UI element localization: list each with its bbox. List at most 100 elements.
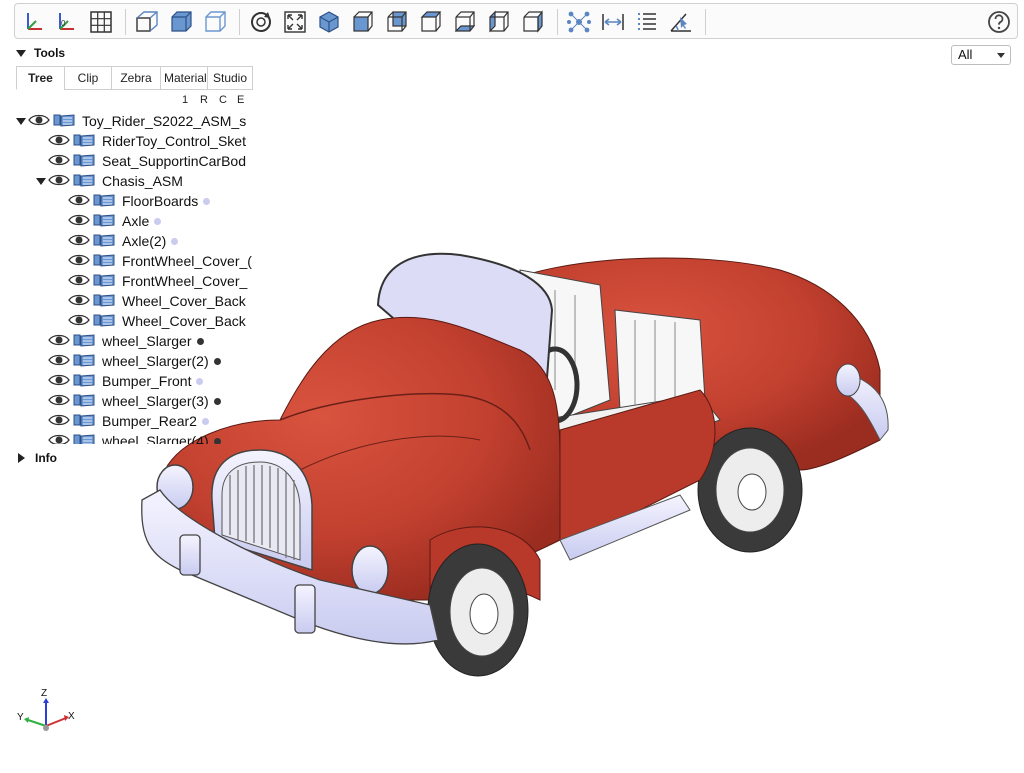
- tree-row[interactable]: wheel_Slarger(2): [34, 351, 221, 371]
- wireframe-icon[interactable]: [201, 8, 229, 36]
- top-view-icon[interactable]: [417, 8, 445, 36]
- tree-row[interactable]: FloorBoards: [54, 191, 211, 211]
- eye-icon[interactable]: [68, 213, 90, 230]
- eye-icon[interactable]: [48, 433, 70, 444]
- eye-icon[interactable]: [48, 173, 70, 190]
- part-icon[interactable]: [92, 313, 116, 330]
- tab-tree[interactable]: Tree: [16, 66, 65, 90]
- part-icon[interactable]: [72, 433, 96, 444]
- part-icon[interactable]: [52, 113, 76, 130]
- col-r[interactable]: R: [200, 94, 208, 106]
- col-e[interactable]: E: [237, 94, 244, 106]
- eye-icon[interactable]: [48, 133, 70, 150]
- help-icon[interactable]: [985, 8, 1013, 36]
- tree-row[interactable]: Seat_SupportinCarBod: [34, 151, 246, 171]
- tree-label[interactable]: Bumper_Rear2: [102, 413, 197, 429]
- eye-icon[interactable]: [48, 393, 70, 410]
- tree-label[interactable]: Seat_SupportinCarBod: [102, 153, 246, 169]
- tree-row[interactable]: Wheel_Cover_Back: [54, 311, 246, 331]
- tab-material[interactable]: Material: [160, 66, 208, 90]
- tree-row[interactable]: Axle(2): [54, 231, 179, 251]
- tree-label[interactable]: RiderToy_Control_Sket: [102, 133, 246, 149]
- eye-icon[interactable]: [68, 273, 90, 290]
- part-icon[interactable]: [92, 193, 116, 210]
- eye-icon[interactable]: [48, 333, 70, 350]
- eye-icon[interactable]: [68, 293, 90, 310]
- eye-icon[interactable]: [48, 413, 70, 430]
- part-icon[interactable]: [72, 133, 96, 150]
- eye-icon[interactable]: [28, 113, 50, 130]
- eye-icon[interactable]: [68, 193, 90, 210]
- bottom-view-icon[interactable]: [451, 8, 479, 36]
- part-icon[interactable]: [72, 173, 96, 190]
- tree-label[interactable]: Toy_Rider_S2022_ASM_s: [82, 113, 246, 129]
- part-icon[interactable]: [72, 393, 96, 410]
- eye-icon[interactable]: [68, 233, 90, 250]
- col-c[interactable]: C: [219, 94, 227, 106]
- tree-label[interactable]: Wheel_Cover_Back: [122, 313, 246, 329]
- tree-toggle-icon[interactable]: [14, 117, 28, 125]
- tree-row[interactable]: Chasis_ASM: [34, 171, 183, 191]
- tree-label[interactable]: Axle: [122, 213, 149, 229]
- part-icon[interactable]: [72, 333, 96, 350]
- part-icon[interactable]: [92, 233, 116, 250]
- tree-row[interactable]: FrontWheel_Cover_(: [54, 251, 252, 271]
- axes-icon[interactable]: [19, 8, 47, 36]
- measure-distance-icon[interactable]: [599, 8, 627, 36]
- part-icon[interactable]: [92, 273, 116, 290]
- axes-origin-icon[interactable]: 0: [51, 8, 79, 36]
- tree-row[interactable]: Bumper_Front: [34, 371, 204, 391]
- explode-icon[interactable]: [565, 8, 593, 36]
- tree-row[interactable]: Toy_Rider_S2022_ASM_s: [14, 111, 246, 131]
- tree-label[interactable]: Chasis_ASM: [102, 173, 183, 189]
- tree-label[interactable]: wheel_Slarger(4): [102, 433, 209, 444]
- part-icon[interactable]: [72, 413, 96, 430]
- tree-toggle-icon[interactable]: [34, 177, 48, 185]
- tree-row[interactable]: wheel_Slarger: [34, 331, 204, 351]
- tree-label[interactable]: FrontWheel_Cover_(: [122, 253, 252, 269]
- tab-studio[interactable]: Studio: [207, 66, 253, 90]
- tree-label[interactable]: wheel_Slarger(2): [102, 353, 209, 369]
- tree-label[interactable]: FrontWheel_Cover_: [122, 273, 247, 289]
- part-icon[interactable]: [92, 213, 116, 230]
- iso-view-icon[interactable]: [315, 8, 343, 36]
- tree-label[interactable]: wheel_Slarger: [102, 333, 192, 349]
- part-icon[interactable]: [72, 373, 96, 390]
- tree-label[interactable]: Axle(2): [122, 233, 166, 249]
- eye-icon[interactable]: [48, 153, 70, 170]
- right-view-icon[interactable]: [519, 8, 547, 36]
- part-icon[interactable]: [72, 153, 96, 170]
- tab-zebra[interactable]: Zebra: [111, 66, 161, 90]
- tree-row[interactable]: FrontWheel_Cover_: [54, 271, 247, 291]
- properties-icon[interactable]: [633, 8, 661, 36]
- tree-label[interactable]: FloorBoards: [122, 193, 198, 209]
- eye-icon[interactable]: [68, 253, 90, 270]
- tab-clip[interactable]: Clip: [64, 66, 112, 90]
- tree-label[interactable]: Wheel_Cover_Back: [122, 293, 246, 309]
- solid-icon[interactable]: [167, 8, 195, 36]
- tree-row[interactable]: RiderToy_Control_Sket: [34, 131, 246, 151]
- tree-label[interactable]: wheel_Slarger(3): [102, 393, 209, 409]
- tree-label[interactable]: Bumper_Front: [102, 373, 191, 389]
- eye-icon[interactable]: [68, 313, 90, 330]
- tools-header[interactable]: Tools: [16, 46, 65, 60]
- part-icon[interactable]: [92, 293, 116, 310]
- eye-icon[interactable]: [48, 353, 70, 370]
- fit-view-icon[interactable]: [281, 8, 309, 36]
- tree-row[interactable]: wheel_Slarger(4): [34, 431, 221, 444]
- tree-row[interactable]: Bumper_Rear2: [34, 411, 209, 431]
- perspective-icon[interactable]: [133, 8, 161, 36]
- col-1[interactable]: 1: [182, 94, 188, 106]
- grid-icon[interactable]: [87, 8, 115, 36]
- tree-row[interactable]: Axle: [54, 211, 162, 231]
- measure-angle-icon[interactable]: [667, 8, 695, 36]
- tree-row[interactable]: Wheel_Cover_Back: [54, 291, 246, 311]
- info-header[interactable]: Info: [16, 451, 57, 465]
- rear-view-icon[interactable]: [383, 8, 411, 36]
- part-icon[interactable]: [72, 353, 96, 370]
- front-view-icon[interactable]: [349, 8, 377, 36]
- left-view-icon[interactable]: [485, 8, 513, 36]
- part-icon[interactable]: [92, 253, 116, 270]
- tree-row[interactable]: wheel_Slarger(3): [34, 391, 221, 411]
- filter-select[interactable]: All: [951, 45, 1011, 65]
